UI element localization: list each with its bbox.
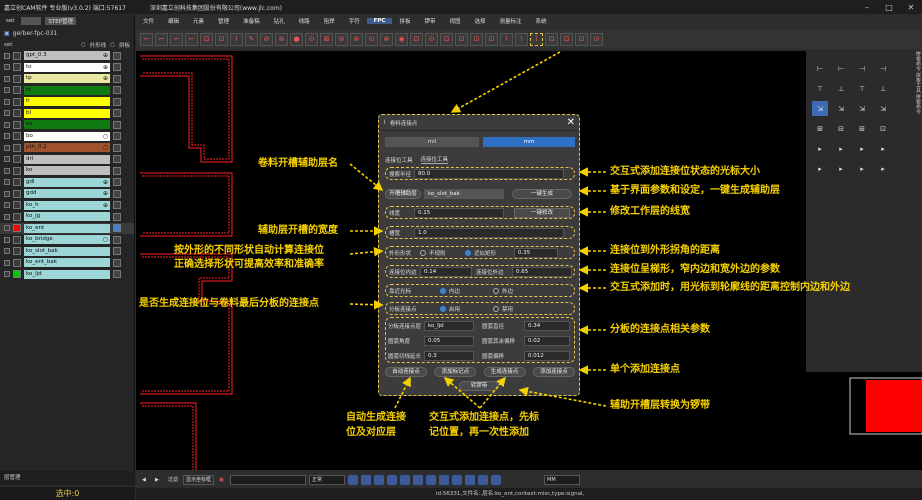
annotation-modify-width: 修改工作层的线宽	[610, 206, 690, 217]
annotation-aux-name: 卷料开槽辅助层名	[258, 158, 338, 169]
annotation-arrows	[349, 51, 607, 409]
annotation-cursor-size: 交互式添加连接位状态的光标大小	[610, 166, 760, 177]
annotation-trapezoid: 连接位呈梯形，窄内边和宽外边的参数	[610, 264, 780, 275]
annotation-slot-width: 辅助层开槽的宽度	[258, 225, 338, 236]
annotation-one-click: 基于界面参数和设定，一键生成辅助层	[610, 185, 780, 196]
annotation-interactive-2: 记位置，再一次性添加	[429, 427, 529, 438]
annotation-shape-calc-1: 按外形的不同形状自动计算连接位	[174, 245, 324, 256]
annotation-cursor-dist: 交互式添加时，用光标到轮廓线的距离控制内边和外边	[610, 282, 850, 293]
annotation-shape-calc-2: 正确选择形状可提高效率和准确率	[174, 259, 324, 270]
annotation-auto-1: 自动生成连接	[346, 412, 406, 423]
annotation-convert: 辅助开槽层转换为锣带	[610, 400, 710, 411]
annotation-single-add: 单个添加连接点	[610, 364, 680, 375]
annotation-panel-params: 分板的连接点相关参数	[610, 324, 710, 335]
annotation-interactive-1: 交互式添加连接点，先标	[429, 412, 539, 423]
annotation-auto-2: 位及对应层	[346, 427, 396, 438]
annotation-last-panel: 是否生成连接位与卷料最后分板的连接点	[139, 298, 319, 309]
annotation-corner-dist: 连接位到外形拐角的距离	[610, 245, 720, 256]
